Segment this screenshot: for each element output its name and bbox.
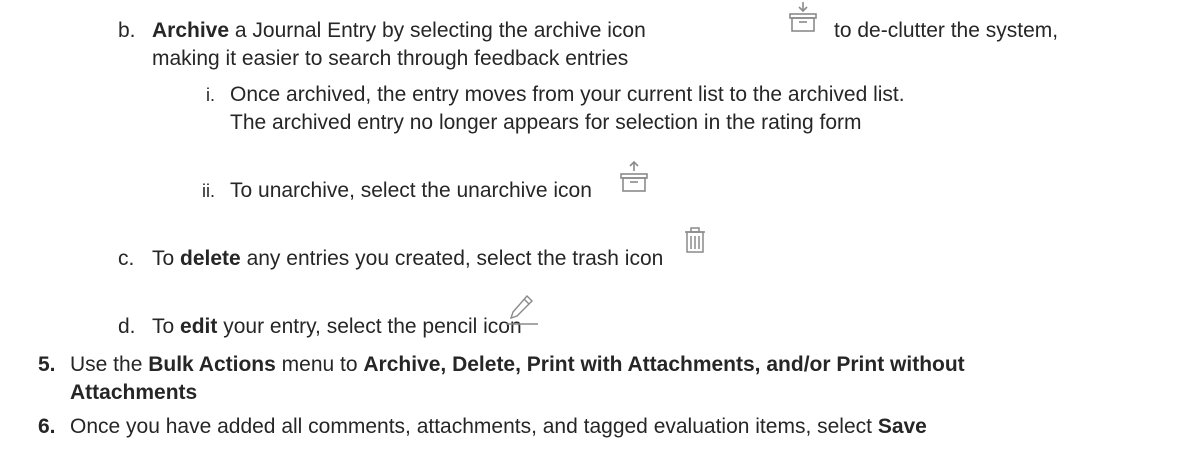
item-b-line1-end: to de-clutter the system, (834, 19, 1059, 42)
item-c-line: To delete any entries you created, selec… (152, 246, 663, 272)
item-b-text1: a Journal Entry by selecting the archive… (234, 19, 646, 42)
item-c-post: any entries you created, select the tras… (246, 247, 664, 270)
delete-term: delete (180, 247, 241, 270)
bulk-actions-term: Bulk Actions (148, 353, 276, 376)
list-marker-b: b. (118, 19, 136, 42)
item-6-text: Once you have added all comments, attach… (70, 415, 872, 438)
item-d-pre: To (152, 315, 175, 338)
item-c-pre: To (152, 247, 175, 270)
item-5-mid: menu to (281, 353, 358, 376)
item-b-i-line1: Once archived, the entry moves from your… (230, 83, 905, 106)
list-marker-b-i: i. (206, 85, 215, 105)
archive-icon (786, 0, 820, 34)
bulk-actions-list: Archive, Delete, Print with Attachments,… (363, 353, 965, 376)
item-5-pre: Use the (70, 353, 143, 376)
item-b-i-line2: The archived entry no longer appears for… (230, 111, 862, 134)
archive-term: Archive (152, 19, 230, 42)
item-5-line1: Use the Bulk Actions menu to Archive, De… (70, 352, 965, 378)
unarchive-icon (617, 160, 651, 194)
item-b-line1: Archive a Journal Entry by selecting the… (152, 18, 646, 44)
item-b-ii-line: To unarchive, select the unarchive icon (230, 179, 592, 202)
edit-term: edit (180, 315, 218, 338)
item-b-line2: making it easier to search through feedb… (152, 47, 629, 70)
list-marker-6: 6. (38, 415, 56, 438)
item-d-post: your entry, select the pencil icon (223, 315, 522, 338)
item-5-line2: Attachments (70, 380, 197, 406)
item-6-line: Once you have added all comments, attach… (70, 414, 927, 440)
list-marker-5: 5. (38, 353, 56, 376)
item-d-line: To edit your entry, select the pencil ic… (152, 314, 522, 340)
attachments-term: Attachments (70, 381, 198, 404)
pencil-icon (505, 292, 539, 326)
save-term: Save (877, 415, 927, 438)
list-marker-b-ii: ii. (202, 181, 215, 201)
list-marker-c: c. (118, 247, 135, 270)
trash-icon (683, 226, 707, 256)
list-marker-d: d. (118, 315, 136, 338)
